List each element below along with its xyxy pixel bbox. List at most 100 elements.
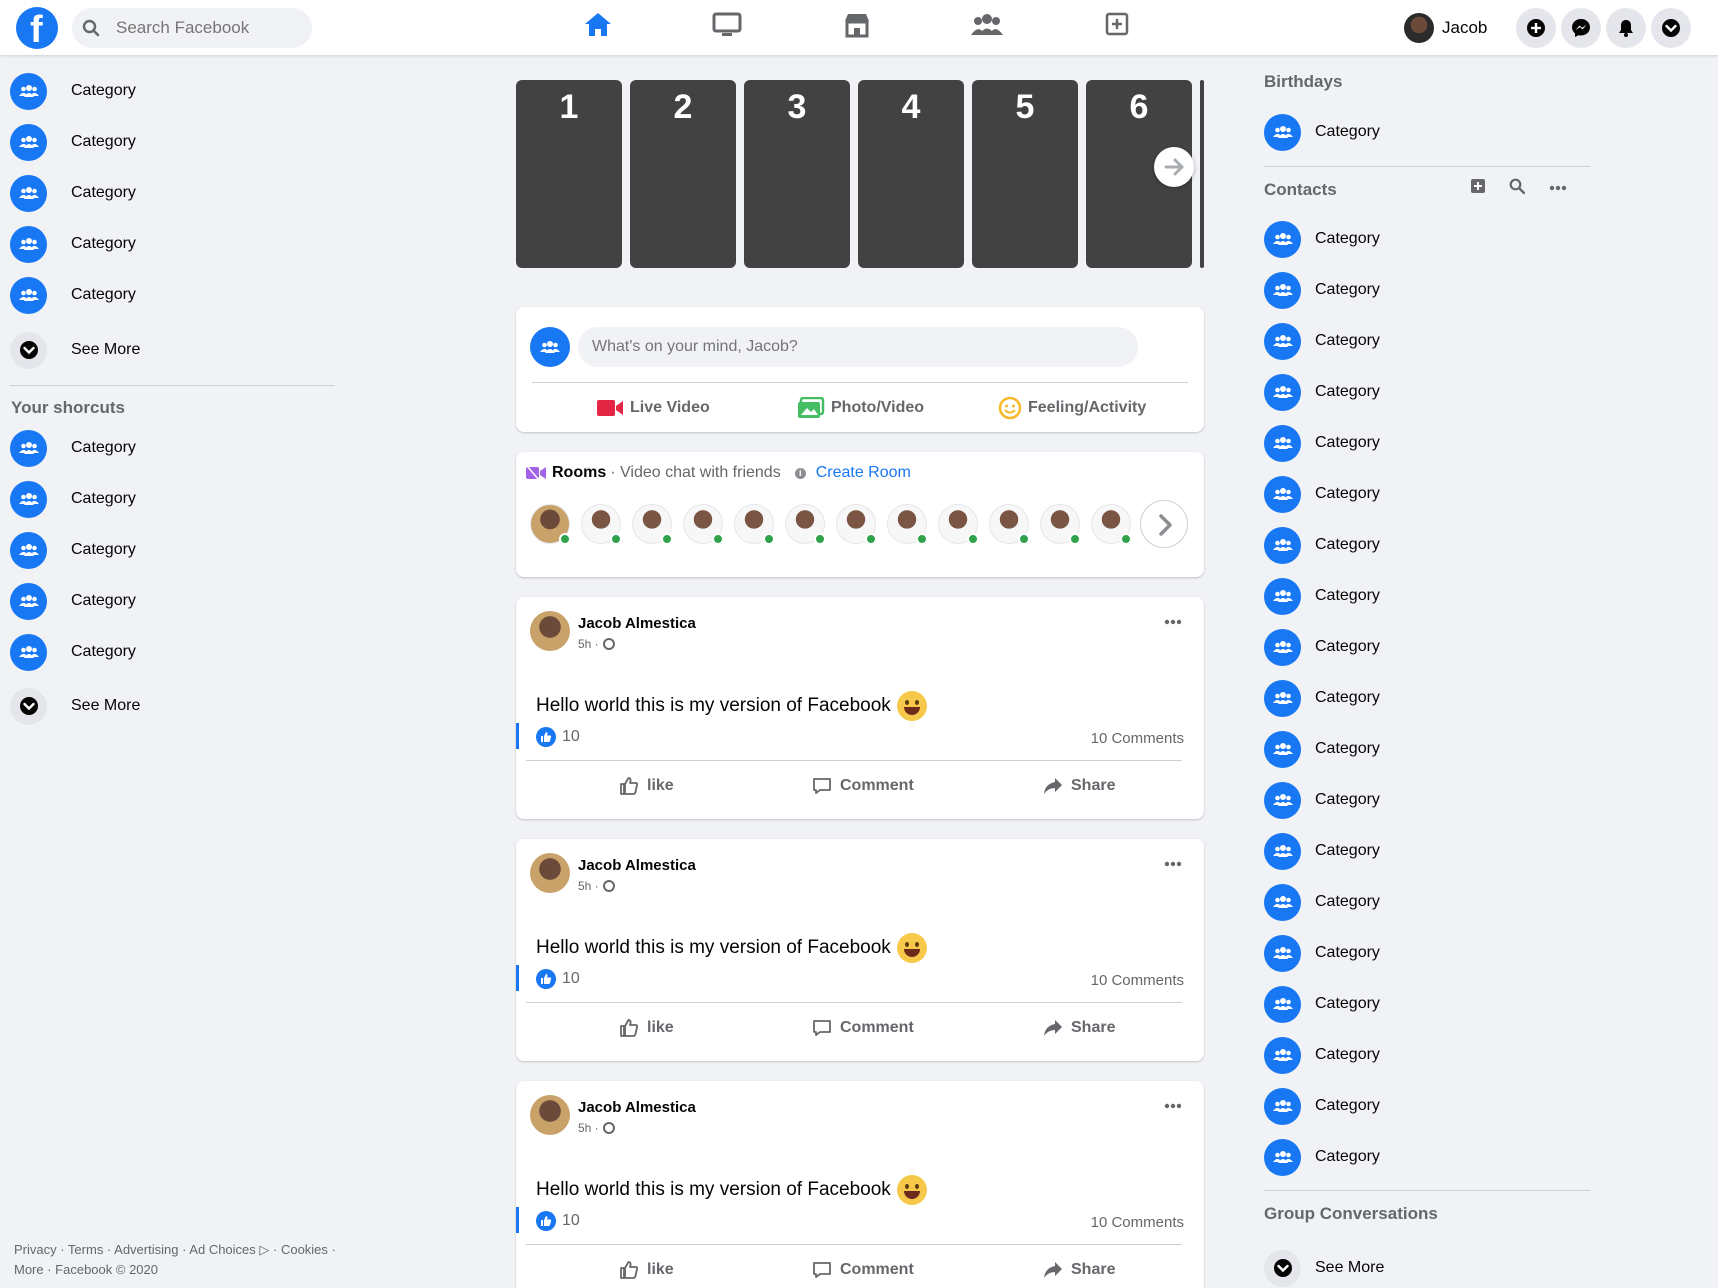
story-card[interactable]: 1 xyxy=(516,80,622,268)
room-avatar[interactable] xyxy=(683,504,724,545)
facebook-logo[interactable]: f xyxy=(16,7,58,51)
room-avatar[interactable] xyxy=(530,504,571,545)
story-card[interactable]: 5 xyxy=(972,80,1078,268)
sidebar-item-category[interactable]: Category xyxy=(10,224,136,264)
avatar[interactable] xyxy=(530,1095,570,1135)
more-options-icon[interactable] xyxy=(1164,861,1182,867)
comment-button[interactable]: Comment xyxy=(812,1013,914,1043)
post-author[interactable]: Jacob Almestica xyxy=(578,1099,696,1116)
avatar[interactable] xyxy=(530,853,570,893)
room-avatar[interactable] xyxy=(989,504,1030,545)
contact-item[interactable]: Category xyxy=(1264,1086,1380,1126)
status-input[interactable] xyxy=(578,327,1138,367)
like-count[interactable]: 10 xyxy=(536,1211,580,1231)
comment-button[interactable]: Comment xyxy=(812,1255,914,1285)
watch-icon[interactable] xyxy=(709,10,745,40)
stories-next-button[interactable] xyxy=(1154,147,1194,187)
contact-item[interactable]: Category xyxy=(1264,321,1380,361)
contact-item[interactable]: Category xyxy=(1264,984,1380,1024)
footer-line[interactable]: More · Facebook © 2020 xyxy=(14,1260,344,1280)
contact-item[interactable]: Category xyxy=(1264,270,1380,310)
marketplace-icon[interactable] xyxy=(839,10,875,40)
contact-item[interactable]: Category xyxy=(1264,729,1380,769)
like-button[interactable]: like xyxy=(619,1255,674,1285)
profile-chip[interactable]: Jacob xyxy=(1404,12,1487,44)
create-button[interactable] xyxy=(1516,8,1556,48)
contact-item[interactable]: Category xyxy=(1264,1137,1380,1177)
search-icon[interactable] xyxy=(1509,178,1525,194)
story-card[interactable]: 4 xyxy=(858,80,964,268)
comments-count[interactable]: 10 Comments xyxy=(1091,1214,1184,1231)
create-room-link[interactable]: Create Room xyxy=(816,464,911,482)
photo-video-button[interactable]: Photo/Video xyxy=(797,393,924,423)
post-time[interactable]: 5h · xyxy=(578,1121,599,1135)
more-options-icon[interactable] xyxy=(1164,1103,1182,1109)
room-avatar[interactable] xyxy=(1040,504,1081,545)
new-room-icon[interactable] xyxy=(1470,178,1486,194)
more-options-icon[interactable] xyxy=(1549,185,1567,191)
contact-item[interactable]: Category xyxy=(1264,831,1380,871)
contact-item[interactable]: Category xyxy=(1264,576,1380,616)
more-options-icon[interactable] xyxy=(1164,619,1182,625)
avatar[interactable] xyxy=(530,611,570,651)
shortcut-item[interactable]: Category xyxy=(10,632,136,672)
room-avatar[interactable] xyxy=(632,504,673,545)
room-avatar[interactable] xyxy=(734,504,775,545)
room-avatar[interactable] xyxy=(887,504,928,545)
like-button[interactable]: like xyxy=(619,1013,674,1043)
notifications-button[interactable] xyxy=(1606,8,1646,48)
groups-icon[interactable] xyxy=(969,10,1005,40)
story-card[interactable]: 3 xyxy=(744,80,850,268)
comments-count[interactable]: 10 Comments xyxy=(1091,972,1184,989)
comment-button[interactable]: Comment xyxy=(812,771,914,801)
sidebar-item-category[interactable]: Category xyxy=(10,275,136,315)
contact-item[interactable]: Category xyxy=(1264,219,1380,259)
post-author[interactable]: Jacob Almestica xyxy=(578,857,696,874)
contact-item[interactable]: Category xyxy=(1264,525,1380,565)
contact-item[interactable]: Category xyxy=(1264,933,1380,973)
footer-line[interactable]: Privacy · Terms · Advertising · Ad Choic… xyxy=(14,1240,344,1260)
search-input[interactable] xyxy=(116,8,302,48)
messenger-button[interactable] xyxy=(1561,8,1601,48)
footer-links[interactable]: Privacy · Terms · Advertising · Ad Choic… xyxy=(14,1240,344,1280)
home-icon[interactable] xyxy=(580,10,616,40)
info-icon[interactable]: i xyxy=(794,467,806,479)
feeling-activity-button[interactable]: Feeling/Activity xyxy=(998,393,1146,423)
sidebar-item-category[interactable]: Category xyxy=(10,71,136,111)
sidebar-item-category[interactable]: Category xyxy=(10,173,136,213)
share-button[interactable]: Share xyxy=(1043,1255,1115,1285)
shortcut-item[interactable]: Category xyxy=(10,479,136,519)
contact-item[interactable]: Category xyxy=(1264,1035,1380,1075)
comments-count[interactable]: 10 Comments xyxy=(1091,730,1184,747)
contact-item[interactable]: Category xyxy=(1264,372,1380,412)
room-avatar[interactable] xyxy=(785,504,826,545)
rooms-next-button[interactable] xyxy=(1140,500,1188,548)
like-count[interactable]: 10 xyxy=(536,969,580,989)
contact-item[interactable]: Category xyxy=(1264,423,1380,463)
room-avatar[interactable] xyxy=(581,504,622,545)
contact-item[interactable]: Category xyxy=(1264,882,1380,922)
contact-item[interactable]: Category xyxy=(1264,780,1380,820)
share-button[interactable]: Share xyxy=(1043,1013,1115,1043)
birthday-item[interactable]: Category xyxy=(1264,112,1380,152)
sidebar-item-category[interactable]: Category xyxy=(10,122,136,162)
see-more-button[interactable]: See More xyxy=(10,330,140,370)
account-menu-button[interactable] xyxy=(1651,8,1691,48)
post-author[interactable]: Jacob Almestica xyxy=(578,615,696,632)
like-button[interactable]: like xyxy=(619,771,674,801)
shortcut-item[interactable]: Category xyxy=(10,581,136,621)
room-avatar[interactable] xyxy=(938,504,979,545)
shortcut-item[interactable]: Category xyxy=(10,428,136,468)
search-box[interactable] xyxy=(72,8,312,48)
contact-item[interactable]: Category xyxy=(1264,474,1380,514)
room-avatar[interactable] xyxy=(836,504,877,545)
room-avatar[interactable] xyxy=(1091,504,1132,545)
like-count[interactable]: 10 xyxy=(536,727,580,747)
post-time[interactable]: 5h · xyxy=(578,637,599,651)
live-video-button[interactable]: Live Video xyxy=(596,393,710,423)
shortcuts-see-more-button[interactable]: See More xyxy=(10,686,140,726)
shortcut-item[interactable]: Category xyxy=(10,530,136,570)
contact-item[interactable]: Category xyxy=(1264,627,1380,667)
see-more-button[interactable]: See More xyxy=(1264,1248,1384,1288)
contact-item[interactable]: Category xyxy=(1264,678,1380,718)
